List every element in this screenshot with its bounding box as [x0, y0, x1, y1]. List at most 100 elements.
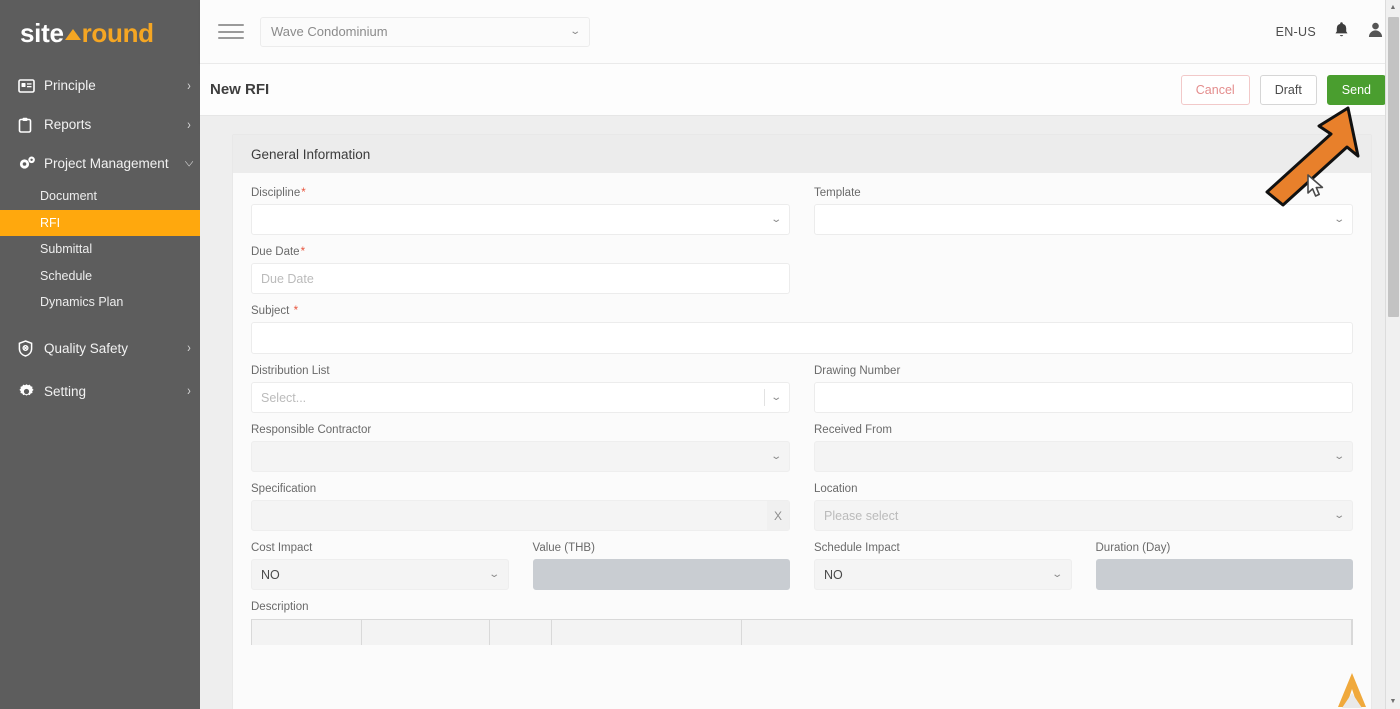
form-body: Discipline* ⌄ Due Date* Due Date — [233, 173, 1371, 665]
due-date-label: Due Date* — [251, 246, 790, 258]
gears-icon — [18, 155, 44, 172]
send-button[interactable]: Send — [1327, 75, 1386, 105]
toolbar-group-size[interactable] — [362, 620, 490, 645]
sidebar-item-principle[interactable]: Principle › — [0, 66, 200, 105]
toolbar-group-extra[interactable] — [742, 620, 1352, 645]
sidebar-item-label: Quality Safety — [44, 341, 178, 356]
user-avatar-icon[interactable] — [1367, 21, 1384, 43]
schedule-impact-label: Schedule Impact — [814, 542, 1072, 554]
sidebar-subitem-label: Document — [40, 189, 97, 203]
specification-input[interactable]: X — [251, 500, 790, 531]
field-distribution-list: Distribution List Select... ⌄ — [251, 365, 790, 413]
description-editor-toolbar[interactable] — [251, 619, 1353, 645]
card-title: General Information — [233, 135, 1371, 173]
sidebar-item-submittal[interactable]: Submittal — [0, 236, 200, 263]
location-select[interactable]: Please select ⌄ — [814, 500, 1353, 531]
drawing-number-input[interactable] — [814, 382, 1353, 413]
bell-icon[interactable] — [1334, 21, 1349, 43]
sidebar-subitem-label: Dynamics Plan — [40, 295, 123, 309]
form-row-3: Cost Impact NO ⌄ Value (THB) — [251, 542, 1353, 590]
sidebar-item-project-management[interactable]: Project Management ⌵ — [0, 144, 200, 183]
chevron-down-icon: ⌄ — [1333, 510, 1345, 521]
scrollbar-thumb[interactable] — [1388, 17, 1399, 317]
value-thb-label: Value (THB) — [533, 542, 791, 554]
field-duration-day: Duration (Day) — [1096, 542, 1354, 590]
received-from-select[interactable]: ⌄ — [814, 441, 1353, 472]
value-thb-input — [533, 559, 791, 590]
schedule-impact-value: NO — [824, 568, 1053, 582]
chevron-down-icon: ⌄ — [1333, 214, 1345, 225]
cost-impact-select[interactable]: NO ⌄ — [251, 559, 509, 590]
project-select[interactable]: Wave Condominium ⌄ — [260, 17, 590, 47]
id-card-icon — [18, 79, 44, 93]
sidebar-item-document[interactable]: Document — [0, 183, 200, 210]
required-marker: * — [294, 305, 298, 317]
logo-round-text: round — [82, 18, 154, 48]
distribution-list-select[interactable]: Select... ⌄ — [251, 382, 790, 413]
hamburger-icon[interactable] — [218, 20, 244, 44]
chevron-down-icon: ⌄ — [488, 569, 500, 580]
distribution-list-placeholder: Select... — [261, 391, 764, 405]
page-header-bar: New RFI Cancel Draft Send — [200, 64, 1400, 116]
chevron-down-icon: ⌵ — [178, 155, 200, 171]
due-date-input[interactable]: Due Date — [251, 263, 790, 294]
sidebar-item-schedule[interactable]: Schedule — [0, 263, 200, 290]
location-placeholder: Please select — [824, 509, 1335, 523]
app-logo[interactable]: site round — [0, 0, 200, 66]
sidebar-subitem-label: Submittal — [40, 242, 92, 256]
sidebar-subitem-label: Schedule — [40, 269, 92, 283]
logo-triangle-icon — [65, 29, 81, 40]
subject-label: Subject * — [251, 305, 1353, 317]
discipline-label: Discipline* — [251, 187, 790, 199]
responsible-contractor-select[interactable]: ⌄ — [251, 441, 790, 472]
due-date-placeholder: Due Date — [261, 272, 780, 286]
toolbar-group-align[interactable] — [552, 620, 742, 645]
template-select[interactable]: ⌄ — [814, 204, 1353, 235]
chevron-right-icon: › — [178, 78, 200, 93]
specification-label: Specification — [251, 483, 790, 495]
cost-impact-label: Cost Impact — [251, 542, 509, 554]
sidebar-item-dynamics-plan[interactable]: Dynamics Plan — [0, 289, 200, 316]
schedule-impact-select[interactable]: NO ⌄ — [814, 559, 1072, 590]
draft-button[interactable]: Draft — [1260, 75, 1317, 105]
sidebar-item-quality-safety[interactable]: Quality Safety › — [0, 329, 200, 368]
scroll-up-arrow-icon[interactable]: ▲ — [1386, 0, 1400, 15]
field-schedule-impact: Schedule Impact NO ⌄ — [814, 542, 1072, 590]
field-value-thb: Value (THB) — [533, 542, 791, 590]
logo-site-text: site — [20, 18, 64, 48]
drawing-number-label: Drawing Number — [814, 365, 1353, 377]
clipboard-icon — [18, 117, 44, 133]
page-title: New RFI — [210, 81, 269, 98]
cancel-button[interactable]: Cancel — [1181, 75, 1250, 105]
vertical-scrollbar[interactable]: ▲ ▼ — [1385, 0, 1400, 709]
field-location: Location Please select ⌄ — [814, 483, 1353, 531]
language-selector[interactable]: EN-US — [1276, 25, 1316, 39]
field-template: Template ⌄ — [814, 187, 1353, 235]
toolbar-group-style[interactable] — [490, 620, 552, 645]
chevron-down-icon: ⌄ — [1051, 569, 1063, 580]
scroll-down-arrow-icon[interactable]: ▼ — [1386, 694, 1400, 709]
sidebar-item-rfi[interactable]: RFI — [0, 210, 200, 237]
received-from-label: Received From — [814, 424, 1353, 436]
chevron-down-icon: ⌄ — [569, 26, 581, 37]
toolbar-group-font[interactable] — [252, 620, 362, 645]
subject-input[interactable] — [251, 322, 1353, 354]
form-row-2: Distribution List Select... ⌄ Responsibl… — [251, 365, 1353, 542]
sidebar-item-label: Project Management — [44, 156, 178, 171]
shield-icon — [18, 340, 44, 357]
discipline-select[interactable]: ⌄ — [251, 204, 790, 235]
field-drawing-number: Drawing Number — [814, 365, 1353, 413]
gear-icon — [18, 383, 44, 400]
project-select-value: Wave Condominium — [271, 24, 571, 39]
clear-icon[interactable]: X — [767, 501, 789, 530]
top-bar-right: EN-US — [1276, 21, 1384, 43]
chevron-right-icon: › — [178, 117, 200, 132]
sidebar-item-label: Reports — [44, 117, 178, 132]
sidebar-item-reports[interactable]: Reports › — [0, 105, 200, 144]
chevron-right-icon: › — [178, 384, 200, 399]
logo-text: site round — [20, 18, 154, 49]
sidebar-item-setting[interactable]: Setting › — [0, 372, 200, 411]
divider — [764, 389, 765, 406]
page-actions: Cancel Draft Send — [1181, 75, 1386, 105]
sidebar-subitem-label: RFI — [40, 216, 60, 230]
